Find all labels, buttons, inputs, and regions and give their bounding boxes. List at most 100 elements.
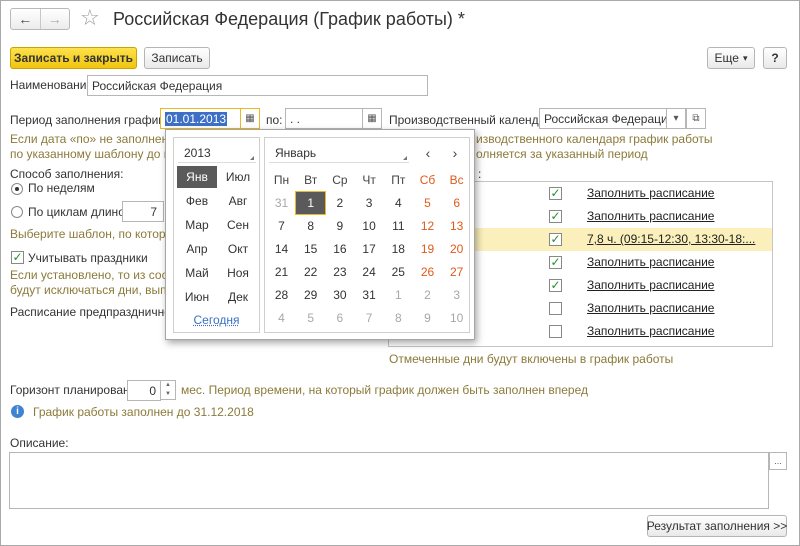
help-button[interactable]: ? (763, 47, 787, 69)
schedule-day-checkbox[interactable]: ✓ (549, 233, 562, 246)
day-cell[interactable]: 30 (325, 284, 354, 306)
next-month-button[interactable]: › (442, 142, 468, 164)
day-cell[interactable]: 6 (442, 192, 471, 214)
calendar-icon[interactable]: ▦ (362, 108, 382, 129)
day-cell[interactable]: 10 (355, 215, 384, 237)
day-cell[interactable]: 9 (325, 215, 354, 237)
day-cell[interactable]: 25 (384, 261, 413, 283)
day-cell[interactable]: 1 (384, 284, 413, 306)
fill-schedule-link[interactable]: 7,8 ч. (09:15-12:30, 13:30-18:... (587, 232, 755, 246)
day-cell[interactable]: 7 (355, 307, 384, 329)
day-cell[interactable]: 31 (355, 284, 384, 306)
day-cell[interactable]: 1 (295, 191, 327, 215)
fill-schedule-link[interactable]: Заполнить расписание (587, 209, 714, 223)
description-expand-button[interactable]: ... (769, 452, 787, 470)
month-cell[interactable]: Окт (218, 238, 258, 260)
description-textarea[interactable] (9, 452, 769, 509)
day-cell[interactable]: 7 (267, 215, 296, 237)
by-cycles-radio[interactable] (11, 206, 23, 218)
fill-schedule-link[interactable]: Заполнить расписание (587, 186, 714, 200)
period-to-input[interactable]: . . (285, 108, 363, 129)
schedule-day-checkbox[interactable]: ✓ (549, 256, 562, 269)
by-weeks-radio[interactable] (11, 183, 23, 195)
month-cell[interactable]: Июн (177, 286, 217, 308)
schedule-day-checkbox[interactable]: ✓ (549, 187, 562, 200)
day-cell[interactable]: 3 (355, 192, 384, 214)
back-arrow-icon[interactable]: ← (11, 9, 40, 29)
day-cell[interactable]: 6 (325, 307, 354, 329)
day-cell[interactable]: 4 (384, 192, 413, 214)
month-cell[interactable]: Июл (218, 166, 258, 188)
resize-corner-icon (403, 156, 407, 160)
month-cell[interactable]: Авг (218, 190, 258, 212)
day-cell[interactable]: 13 (442, 215, 471, 237)
dropdown-arrow-icon[interactable]: ▾ (666, 108, 686, 129)
day-cell[interactable]: 10 (442, 307, 471, 329)
day-cell[interactable]: 5 (413, 192, 442, 214)
day-cell[interactable]: 5 (296, 307, 325, 329)
day-cell[interactable]: 14 (267, 238, 296, 260)
forward-arrow-icon[interactable]: → (39, 9, 70, 29)
day-cell[interactable]: 8 (296, 215, 325, 237)
day-cell[interactable]: 8 (384, 307, 413, 329)
day-cell[interactable]: 27 (442, 261, 471, 283)
month-cell[interactable]: Мар (177, 214, 217, 236)
day-cell[interactable]: 22 (296, 261, 325, 283)
day-cell[interactable]: 24 (355, 261, 384, 283)
month-cell[interactable]: Дек (218, 286, 258, 308)
schedule-day-checkbox[interactable] (549, 325, 562, 338)
day-cell[interactable]: 3 (442, 284, 471, 306)
day-cell[interactable]: 29 (296, 284, 325, 306)
month-cell[interactable]: Янв (177, 166, 217, 188)
day-cell[interactable]: 16 (325, 238, 354, 260)
day-cell[interactable]: 19 (413, 238, 442, 260)
spin-up-icon[interactable]: ▲ (161, 381, 175, 390)
day-cell[interactable]: 9 (413, 307, 442, 329)
day-cell[interactable]: 20 (442, 238, 471, 260)
fill-schedule-link[interactable]: Заполнить расписание (587, 278, 714, 292)
day-cell[interactable]: 12 (413, 215, 442, 237)
month-cell[interactable]: Май (177, 262, 217, 284)
calendar-icon[interactable]: ▦ (240, 108, 260, 129)
production-calendar-input[interactable]: Российская Федерация (539, 108, 667, 129)
fill-schedule-link[interactable]: Заполнить расписание (587, 301, 714, 315)
day-cell[interactable]: 15 (296, 238, 325, 260)
horizon-spinner[interactable]: ▲ ▼ (160, 380, 176, 400)
month-cell[interactable]: Апр (177, 238, 217, 260)
save-button[interactable]: Записать (144, 47, 210, 69)
day-cell[interactable]: 21 (267, 261, 296, 283)
spin-down-icon[interactable]: ▼ (161, 390, 175, 399)
month-cell[interactable]: Ноя (218, 262, 258, 284)
day-cell[interactable]: 11 (384, 215, 413, 237)
day-cell[interactable]: 18 (384, 238, 413, 260)
day-cell[interactable]: 26 (413, 261, 442, 283)
year-field[interactable]: 2013 (178, 143, 256, 163)
day-cell[interactable]: 23 (325, 261, 354, 283)
favorite-star-icon[interactable]: ☆ (80, 6, 100, 30)
fill-schedule-link[interactable]: Заполнить расписание (587, 324, 714, 338)
name-input[interactable]: Российская Федерация (87, 75, 428, 96)
day-cell[interactable]: 17 (355, 238, 384, 260)
period-from-input[interactable]: 01.01.2013 (160, 108, 241, 129)
prev-month-button[interactable]: ‹ (415, 142, 441, 164)
cycle-length-input[interactable]: 7 (122, 201, 164, 222)
more-button[interactable]: Еще ▾ (707, 47, 755, 69)
day-cell[interactable]: 2 (413, 284, 442, 306)
day-cell[interactable]: 4 (267, 307, 296, 329)
month-field[interactable]: Январь (269, 143, 409, 163)
holidays-checkbox[interactable]: ✓ (11, 251, 24, 264)
today-link[interactable]: Сегодня (174, 313, 259, 327)
month-cell[interactable]: Фев (177, 190, 217, 212)
schedule-day-checkbox[interactable]: ✓ (549, 210, 562, 223)
horizon-input[interactable]: 0 (127, 380, 161, 401)
day-cell[interactable]: 31 (267, 192, 296, 214)
open-link-icon[interactable]: ⧉ (686, 108, 706, 129)
day-cell[interactable]: 28 (267, 284, 296, 306)
day-cell[interactable]: 2 (325, 192, 354, 214)
fill-schedule-link[interactable]: Заполнить расписание (587, 255, 714, 269)
month-cell[interactable]: Сен (218, 214, 258, 236)
result-button[interactable]: Результат заполнения >> (647, 515, 787, 537)
save-and-close-button[interactable]: Записать и закрыть (10, 47, 137, 69)
schedule-day-checkbox[interactable]: ✓ (549, 279, 562, 292)
schedule-day-checkbox[interactable] (549, 302, 562, 315)
